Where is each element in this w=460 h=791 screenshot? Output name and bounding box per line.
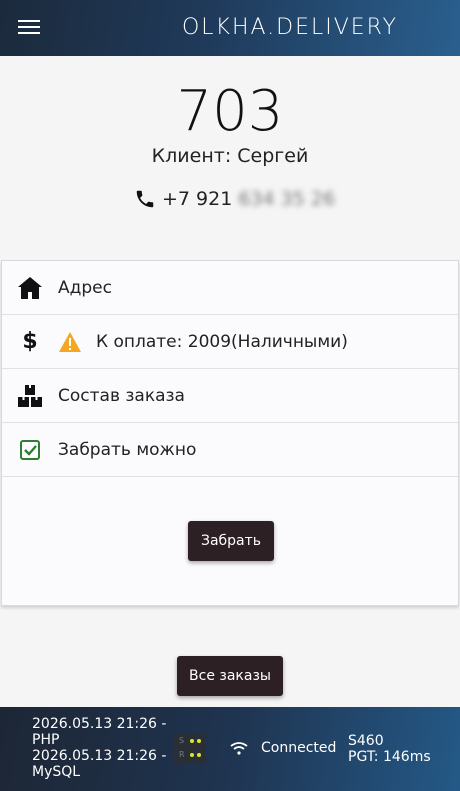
order-details-card: Адрес $ К оплате: 2009(Наличными) Состав…: [1, 260, 459, 606]
composition-label: Состав заказа: [58, 385, 185, 406]
server-times: 2026.05.13 21:26 - PHP 2026.05.13 21:26 …: [32, 716, 166, 780]
pickup-allowed-row[interactable]: Забрать можно: [2, 423, 458, 477]
mysql-label: MySQL: [32, 764, 81, 780]
connection-status: Connected: [261, 740, 337, 756]
status-footer: 2026.05.13 21:26 - PHP 2026.05.13 21:26 …: [0, 707, 460, 791]
sync-indicator: S R: [174, 733, 206, 763]
boxes-icon: [16, 383, 44, 409]
hamburger-menu-icon[interactable]: [18, 20, 40, 36]
led-dot: [197, 753, 201, 757]
php-label: PHP: [32, 732, 60, 748]
take-order-button[interactable]: Забрать: [188, 521, 274, 561]
phone-hidden-digits: 634 35 26: [238, 188, 336, 210]
led-dot: [190, 739, 194, 743]
page-gen-time: PGT: 146ms: [348, 749, 431, 765]
led-dot: [197, 739, 201, 743]
server-stats: S460 PGT: 146ms: [348, 733, 431, 765]
dollar-icon: $: [22, 329, 38, 354]
brand-logo: OLKHA.DELIVERY: [181, 15, 398, 40]
mysql-time: 2026.05.13 21:26 -: [32, 748, 167, 764]
top-app-bar: OLKHA.DELIVERY: [0, 0, 460, 56]
all-orders-button[interactable]: Все заказы: [177, 656, 283, 696]
checkbox-checked-icon: [16, 437, 44, 463]
payment-label: К оплате: 2009(Наличными): [96, 331, 348, 352]
led-r-label: R: [179, 750, 185, 759]
led-s-label: S: [179, 736, 185, 745]
phone-prefix: +7 921: [162, 188, 233, 210]
address-row[interactable]: Адрес: [2, 261, 458, 315]
order-number: 703: [176, 79, 284, 144]
order-composition-row[interactable]: Состав заказа: [2, 369, 458, 423]
home-icon: [16, 275, 44, 301]
phone-icon: [136, 190, 154, 208]
warning-icon: [59, 331, 81, 352]
address-label: Адрес: [58, 277, 112, 298]
led-dot: [190, 753, 194, 757]
payment-row[interactable]: $ К оплате: 2009(Наличными): [2, 315, 458, 369]
php-time: 2026.05.13 21:26 -: [32, 716, 167, 732]
client-phone[interactable]: +7 921 634 35 26: [134, 188, 335, 210]
client-name: Клиент: Сергей: [151, 145, 309, 167]
pickup-label: Забрать можно: [58, 439, 197, 460]
server-id: S460: [348, 733, 384, 749]
wifi-icon: [230, 742, 248, 755]
